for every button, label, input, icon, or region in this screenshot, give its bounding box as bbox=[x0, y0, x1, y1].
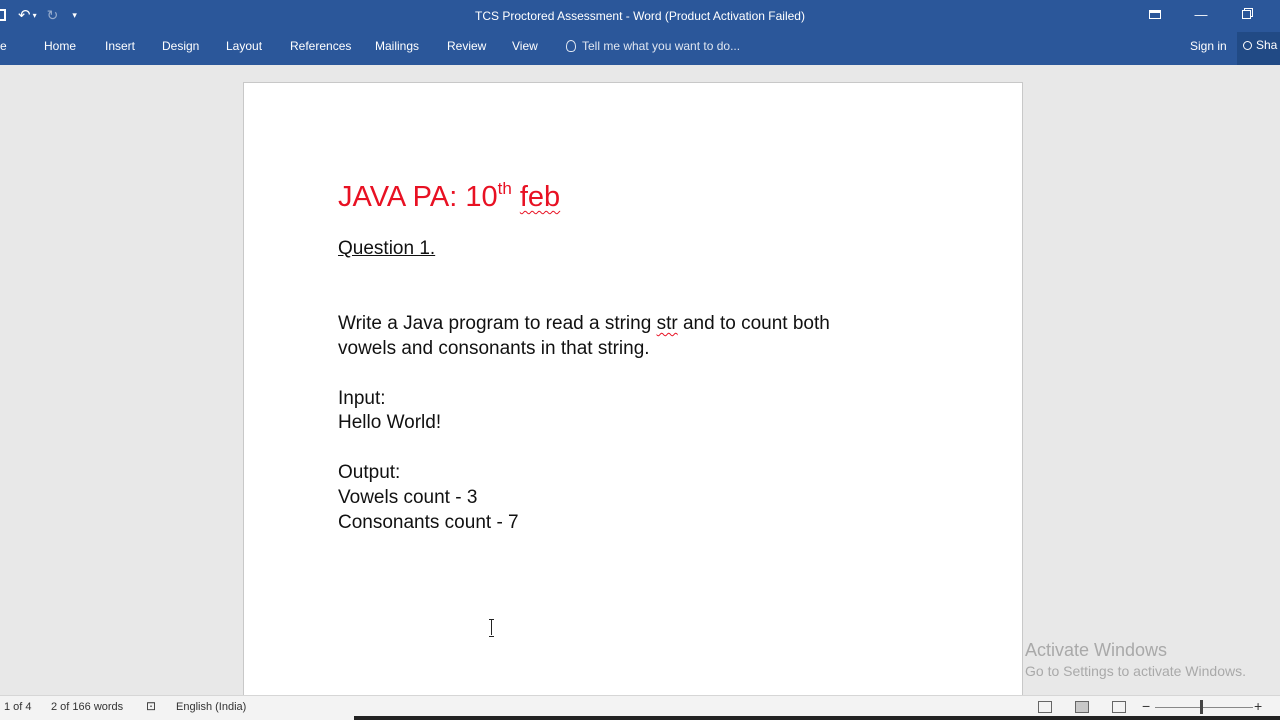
tab-references[interactable]: References bbox=[290, 39, 351, 53]
zoom-slider[interactable] bbox=[1155, 707, 1253, 708]
output-consonants[interactable]: Consonants count - 7 bbox=[338, 510, 519, 535]
document-canvas[interactable]: JAVA PA: 10th feb Question 1. Write a Ja… bbox=[0, 65, 1280, 702]
minimize-button[interactable]: — bbox=[1186, 7, 1216, 22]
tab-layout[interactable]: Layout bbox=[226, 39, 262, 53]
watermark-subtitle: Go to Settings to activate Windows. bbox=[1025, 663, 1246, 679]
document-page[interactable]: JAVA PA: 10th feb Question 1. Write a Ja… bbox=[243, 82, 1023, 702]
tell-me-text: Tell me what you want to do... bbox=[582, 39, 741, 53]
web-layout-icon[interactable] bbox=[1112, 701, 1126, 713]
text-cursor-icon bbox=[489, 619, 495, 637]
input-label[interactable]: Input: bbox=[338, 386, 386, 411]
restore-button[interactable] bbox=[1231, 7, 1261, 22]
problem-text-a: Write a Java program to read a string bbox=[338, 313, 657, 334]
ribbon-display-options-icon[interactable] bbox=[1140, 7, 1170, 22]
activation-watermark: Activate Windows Go to Settings to activ… bbox=[1025, 640, 1246, 679]
document-heading[interactable]: JAVA PA: 10th feb bbox=[338, 179, 560, 214]
zoom-out-icon[interactable]: − bbox=[1142, 698, 1150, 714]
tab-design[interactable]: Design bbox=[162, 39, 199, 53]
print-layout-icon[interactable] bbox=[1075, 701, 1089, 713]
heading-text: JAVA PA: 10 bbox=[338, 181, 498, 213]
output-label[interactable]: Output: bbox=[338, 460, 400, 485]
window-title: TCS Proctored Assessment - Word (Product… bbox=[475, 9, 805, 23]
zoom-slider-thumb[interactable] bbox=[1200, 700, 1203, 714]
input-value[interactable]: Hello World! bbox=[338, 410, 441, 435]
question-title[interactable]: Question 1. bbox=[338, 236, 435, 261]
tell-me-box[interactable]: Tell me what you want to do... bbox=[566, 39, 740, 53]
tab-mailings[interactable]: Mailings bbox=[375, 39, 419, 53]
share-label: Sha bbox=[1256, 38, 1278, 52]
proofing-icon[interactable]: ⊡ bbox=[146, 699, 156, 713]
tab-review[interactable]: Review bbox=[447, 39, 486, 53]
watermark-title: Activate Windows bbox=[1025, 640, 1168, 660]
share-button[interactable]: Sha bbox=[1237, 32, 1280, 65]
sign-in-link[interactable]: Sign in bbox=[1190, 39, 1227, 53]
page-count[interactable]: 1 of 4 bbox=[4, 701, 32, 713]
problem-text-str: str bbox=[656, 313, 678, 334]
zoom-in-icon[interactable]: + bbox=[1254, 698, 1262, 714]
heading-superscript: th bbox=[497, 179, 512, 198]
ribbon-tabs: e Home Insert Design Layout References M… bbox=[0, 32, 1280, 65]
tab-file[interactable]: e bbox=[0, 39, 7, 53]
output-vowels[interactable]: Vowels count - 3 bbox=[338, 485, 477, 510]
tab-home[interactable]: Home bbox=[44, 39, 76, 53]
word-count[interactable]: 2 of 166 words bbox=[51, 701, 123, 713]
person-icon bbox=[1243, 41, 1252, 50]
read-mode-icon[interactable] bbox=[1038, 701, 1052, 713]
language-indicator[interactable]: English (India) bbox=[176, 701, 246, 713]
heading-feb: feb bbox=[519, 181, 561, 213]
problem-text-c: and to count both bbox=[677, 313, 830, 334]
taskbar-edge bbox=[354, 716, 1280, 720]
lightbulb-icon bbox=[566, 40, 576, 52]
tab-insert[interactable]: Insert bbox=[105, 39, 135, 53]
title-bar: ↶ ▾ ↻ ▾ TCS Proctored Assessment - Word … bbox=[0, 0, 1280, 32]
tab-view[interactable]: View bbox=[512, 39, 538, 53]
problem-line-1[interactable]: Write a Java program to read a string st… bbox=[338, 311, 830, 336]
problem-line-2[interactable]: vowels and consonants in that string. bbox=[338, 336, 650, 361]
